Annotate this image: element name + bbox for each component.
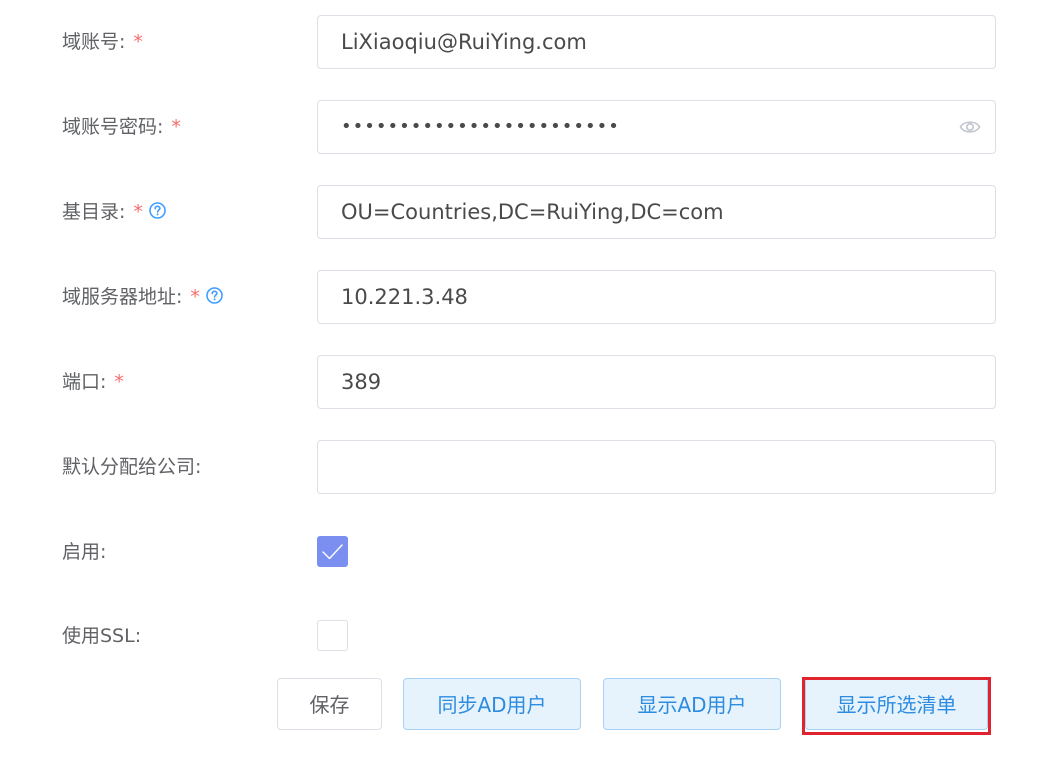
domain-account-label: 域账号: *: [62, 15, 143, 69]
port-value: 389: [341, 370, 382, 394]
server-address-input[interactable]: 10.221.3.48: [317, 270, 996, 324]
use-ssl-checkbox[interactable]: [317, 620, 348, 651]
domain-password-row: 域账号密码: * ••••••••••••••••••••••••: [0, 100, 1045, 154]
domain-password-label-text: 域账号密码:: [62, 116, 164, 138]
domain-account-label-text: 域账号:: [62, 31, 126, 53]
default-company-input[interactable]: [317, 440, 996, 494]
port-label-text: 端口:: [62, 371, 107, 393]
domain-account-value: LiXiaoqiu@RuiYing.com: [341, 30, 587, 54]
server-address-label: 域服务器地址: *: [62, 270, 223, 324]
base-dn-row: 基目录: * OU=Countries,DC=RuiYing,DC=com: [0, 185, 1045, 239]
base-dn-value: OU=Countries,DC=RuiYing,DC=com: [341, 200, 724, 224]
domain-password-input[interactable]: ••••••••••••••••••••••••: [317, 100, 996, 154]
domain-account-row: 域账号: * LiXiaoqiu@RuiYing.com: [0, 15, 1045, 69]
required-mark: *: [114, 371, 124, 393]
enabled-checkbox[interactable]: [317, 536, 348, 567]
enabled-label: 启用:: [62, 541, 107, 563]
port-row: 端口: * 389: [0, 355, 1045, 409]
port-label: 端口: *: [62, 355, 124, 409]
show-ad-users-button[interactable]: 显示AD用户: [603, 678, 781, 730]
enabled-row: 启用:: [0, 525, 1045, 579]
domain-password-label: 域账号密码: *: [62, 100, 181, 154]
server-address-row: 域服务器地址: * 10.221.3.48: [0, 270, 1045, 324]
domain-password-value: ••••••••••••••••••••••••: [341, 116, 620, 137]
required-mark: *: [171, 116, 181, 138]
question-circle-icon[interactable]: [206, 287, 223, 304]
base-dn-label-text: 基目录:: [62, 201, 126, 223]
question-circle-icon[interactable]: [149, 202, 166, 219]
base-dn-input[interactable]: OU=Countries,DC=RuiYing,DC=com: [317, 185, 996, 239]
default-company-label: 默认分配给公司:: [62, 456, 202, 478]
server-address-label-text: 域服务器地址:: [62, 286, 183, 308]
required-mark: *: [133, 201, 143, 223]
sync-ad-users-button[interactable]: 同步AD用户: [403, 678, 581, 730]
required-mark: *: [190, 286, 200, 308]
eye-icon[interactable]: [959, 117, 981, 137]
required-mark: *: [133, 31, 143, 53]
save-button[interactable]: 保存: [277, 678, 382, 730]
use-ssl-label: 使用SSL:: [62, 625, 142, 647]
port-input[interactable]: 389: [317, 355, 996, 409]
show-selected-list-button[interactable]: 显示所选清单: [805, 678, 988, 730]
server-address-value: 10.221.3.48: [341, 285, 468, 309]
default-company-row: 默认分配给公司:: [0, 440, 1045, 494]
use-ssl-row: 使用SSL:: [0, 609, 1045, 663]
check-icon: [322, 544, 343, 560]
base-dn-label: 基目录: *: [62, 185, 166, 239]
domain-account-input[interactable]: LiXiaoqiu@RuiYing.com: [317, 15, 996, 69]
